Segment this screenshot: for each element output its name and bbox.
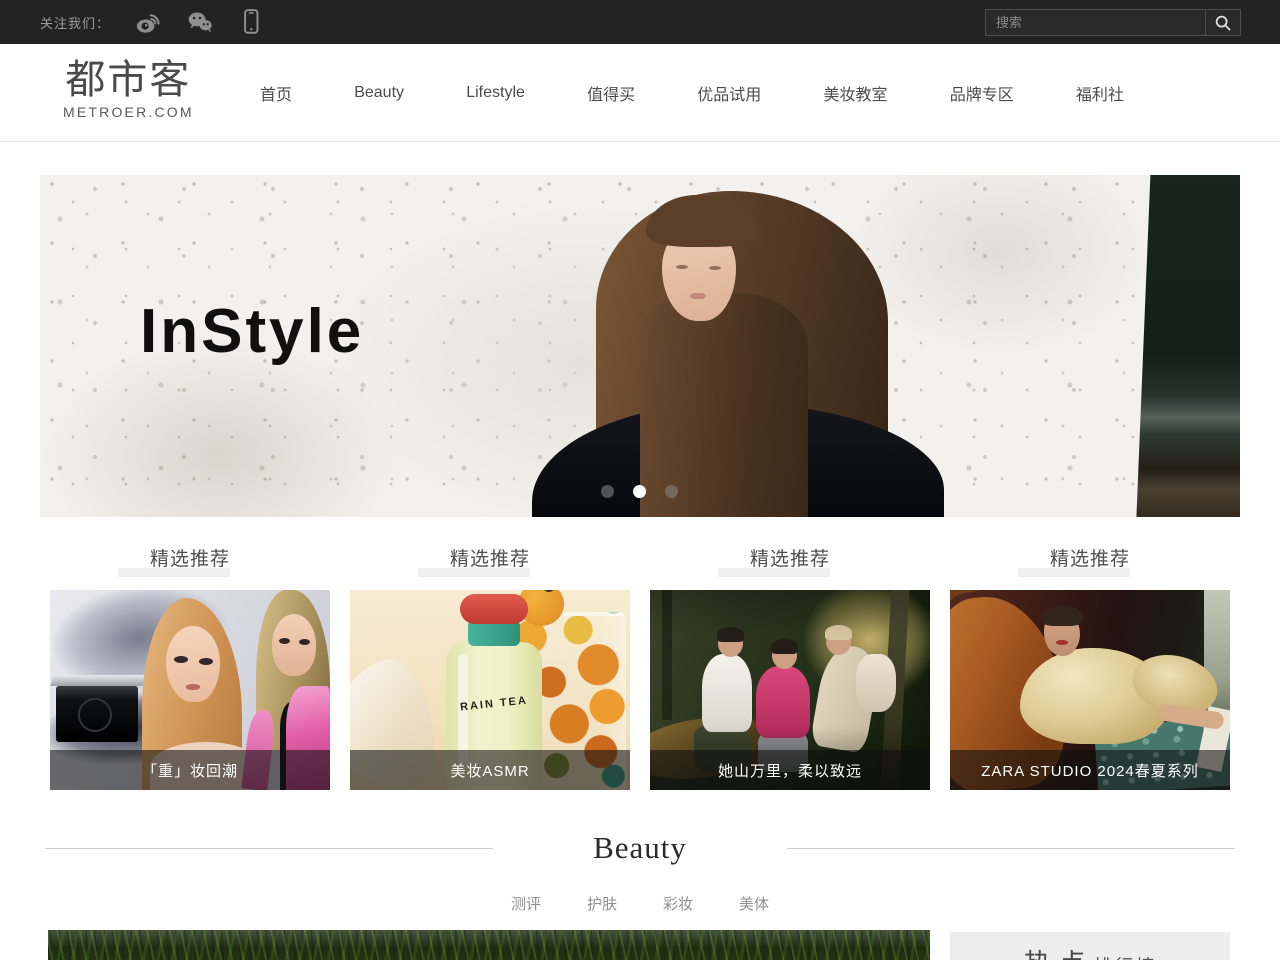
hero-model-hair-front (640, 293, 808, 517)
search-input[interactable] (986, 10, 1205, 35)
search-button[interactable] (1205, 10, 1240, 35)
card-caption: ZARA STUDIO 2024春夏系列 (950, 750, 1230, 790)
featured-card-makeup[interactable]: 「重」妆回潮 (50, 590, 330, 790)
search-icon (1213, 13, 1233, 33)
hot-ranking-title: 热点排行榜 (950, 942, 1230, 960)
nav-item-beauty[interactable]: Beauty (354, 84, 404, 102)
beauty-section-header: Beauty (45, 826, 1235, 870)
featured-heading: 精选推荐 (50, 548, 330, 580)
hot-ranking-panel: 热点排行榜 (950, 932, 1230, 960)
carousel-dot-3[interactable] (665, 485, 678, 498)
carousel-dot-2-active[interactable] (633, 485, 646, 498)
nav-item-lifestyle[interactable]: Lifestyle (466, 84, 525, 102)
model-blonde-face (166, 626, 220, 702)
nav-item-makeup-class[interactable]: 美妆教室 (824, 81, 888, 105)
nav-item-brand-zone[interactable]: 品牌专区 (950, 81, 1014, 105)
main-nav: 首页 Beauty Lifestyle 值得买 优品试用 美妆教室 品牌专区 福… (260, 44, 1124, 142)
nav-item-worth-buying[interactable]: 值得买 (587, 81, 635, 105)
model-head (1044, 610, 1080, 656)
tab-body[interactable]: 美体 (739, 893, 769, 914)
beauty-tabs: 测评 护肤 彩妆 美体 (0, 893, 1280, 914)
card-caption: 美妆ASMR (350, 750, 630, 790)
hot-ranking-title-main: 热点 (1023, 949, 1093, 960)
tab-makeup[interactable]: 彩妆 (663, 893, 693, 914)
featured-heading: 精选推荐 (950, 548, 1230, 580)
card-caption: 「重」妆回潮 (50, 750, 330, 790)
featured-column-3: 精选推荐 她山万里，柔以致远 (650, 548, 930, 580)
featured-column-2: 精选推荐 RAIN TEA 美妆ASMR (350, 548, 630, 580)
featured-heading: 精选推荐 (650, 548, 930, 580)
featured-heading: 精选推荐 (350, 548, 630, 580)
featured-card-hiking[interactable]: 她山万里，柔以致远 (650, 590, 930, 790)
featured-column-4: 精选推荐 ZARA STUDIO 2024春夏系列 (950, 548, 1230, 580)
weibo-icon[interactable] (134, 8, 162, 36)
tab-skincare[interactable]: 护肤 (587, 893, 617, 914)
bottle-cap (460, 594, 528, 624)
nav-item-welfare[interactable]: 福利社 (1076, 81, 1124, 105)
follow-us-label: 关注我们： (40, 13, 110, 32)
beauty-section-title: Beauty (593, 830, 687, 866)
divider-line-left (45, 848, 493, 849)
search-box (985, 9, 1241, 36)
nav-item-product-trial[interactable]: 优品试用 (697, 81, 761, 105)
carousel-dots (601, 485, 678, 498)
nav-item-home[interactable]: 首页 (260, 81, 292, 105)
wechat-icon[interactable] (186, 8, 214, 36)
logo-subtitle: METROER.COM (63, 104, 194, 120)
article-thumbnail-grass[interactable] (48, 930, 930, 960)
site-header: 都市客 METROER.COM 首页 Beauty Lifestyle 值得买 … (0, 44, 1280, 142)
model-two-face (272, 614, 316, 676)
mobile-icon[interactable] (238, 8, 264, 36)
logo-title: 都市客 (63, 57, 194, 103)
site-logo[interactable]: 都市客 METROER.COM (63, 57, 194, 120)
card-caption: 她山万里，柔以致远 (650, 750, 930, 790)
featured-card-zara[interactable]: ZARA STUDIO 2024春夏系列 (950, 590, 1230, 790)
hero-instyle-logo: InStyle (140, 301, 364, 363)
featured-card-rain-tea[interactable]: RAIN TEA 美妆ASMR (350, 590, 630, 790)
eyeshadow-compact (56, 686, 138, 742)
featured-column-1: 精选推荐 「重」妆回潮 (50, 548, 330, 580)
topbar: 关注我们： (0, 0, 1280, 44)
carousel-dot-1[interactable] (601, 485, 614, 498)
divider-line-right (787, 848, 1235, 849)
tab-review[interactable]: 测评 (511, 893, 541, 914)
hero-carousel[interactable]: InStyle (40, 175, 1240, 517)
